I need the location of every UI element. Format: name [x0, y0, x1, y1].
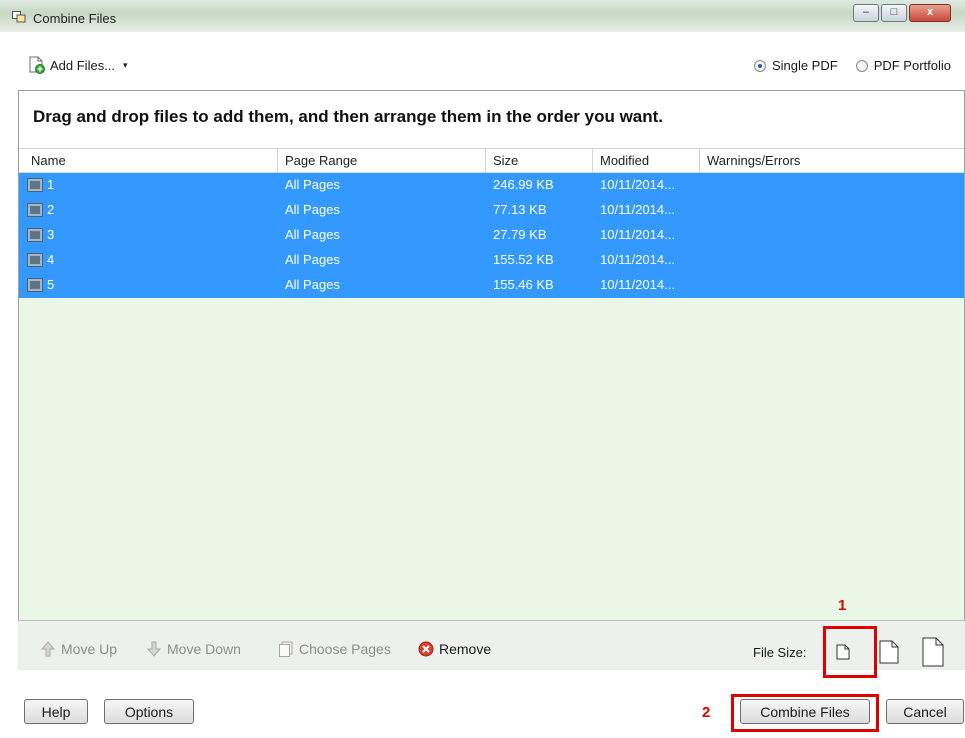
file-size-large-button[interactable] — [917, 633, 949, 671]
file-size-label: File Size: — [753, 645, 807, 660]
radio-selected-icon — [753, 59, 766, 72]
arrow-up-icon — [40, 641, 56, 657]
column-header-warnings[interactable]: Warnings/Errors — [707, 153, 800, 168]
file-size: 155.46 KB — [493, 277, 554, 292]
file-page-range: All Pages — [285, 227, 340, 242]
table-row[interactable]: 3 All Pages 27.79 KB 10/11/2014... — [19, 223, 964, 248]
single-pdf-radio[interactable]: Single PDF — [753, 58, 838, 73]
file-thumbnail-icon — [27, 278, 43, 292]
move-down-button[interactable]: Move Down — [146, 641, 241, 657]
instructions-text: Drag and drop files to add them, and the… — [19, 91, 964, 149]
file-name: 3 — [47, 227, 55, 242]
table-header: Name Page Range Size Modified Warnings/E… — [19, 149, 964, 173]
table-row[interactable]: 5 All Pages 155.46 KB 10/11/2014... — [19, 273, 964, 298]
column-header-modified[interactable]: Modified — [600, 153, 649, 168]
file-size: 27.79 KB — [493, 227, 547, 242]
window-controls: – □ x — [853, 4, 951, 22]
page-large-icon — [922, 637, 944, 667]
file-thumbnail-icon — [27, 203, 43, 217]
highlight-box-file-size — [823, 626, 877, 678]
radio-unselected-icon — [855, 59, 868, 72]
output-type-options: Single PDF PDF Portfolio — [753, 58, 951, 73]
choose-pages-button[interactable]: Choose Pages — [278, 641, 391, 657]
remove-icon — [418, 641, 434, 657]
help-button[interactable]: Help — [24, 699, 88, 724]
file-size: 246.99 KB — [493, 177, 554, 192]
pdf-portfolio-radio[interactable]: PDF Portfolio — [855, 58, 951, 73]
page-medium-icon — [879, 640, 899, 664]
table-row[interactable]: 1 All Pages 246.99 KB 10/11/2014... — [19, 173, 964, 198]
annotation-marker-2: 2 — [702, 704, 711, 721]
top-toolbar: Add Files... ▾ Single PDF PDF Portfolio — [0, 50, 965, 80]
table-row[interactable]: 2 All Pages 77.13 KB 10/11/2014... — [19, 198, 964, 223]
column-separator[interactable] — [592, 149, 593, 173]
column-separator[interactable] — [277, 149, 278, 173]
pages-icon — [279, 641, 293, 657]
combine-files-button[interactable]: Combine Files — [740, 699, 870, 724]
file-modified: 10/11/2014... — [600, 227, 675, 242]
file-page-range: All Pages — [285, 202, 340, 217]
file-size-medium-button[interactable] — [873, 633, 905, 671]
file-name: 4 — [47, 252, 55, 267]
file-rows: 1 All Pages 246.99 KB 10/11/2014... 2 Al… — [19, 173, 964, 298]
maximize-button[interactable]: □ — [881, 4, 907, 22]
window-title: Combine Files — [33, 11, 117, 26]
annotation-marker-1: 1 — [838, 597, 847, 614]
dropdown-caret-icon: ▾ — [123, 59, 128, 70]
add-files-button[interactable]: Add Files... ▾ — [28, 56, 128, 74]
arrow-down-icon — [146, 641, 162, 657]
column-separator[interactable] — [699, 149, 700, 173]
cancel-button[interactable]: Cancel — [886, 699, 964, 724]
file-page-range: All Pages — [285, 277, 340, 292]
file-thumbnail-icon — [27, 253, 43, 267]
file-modified: 10/11/2014... — [600, 277, 675, 292]
file-thumbnail-icon — [27, 178, 43, 192]
file-page-range: All Pages — [285, 252, 340, 267]
file-name: 2 — [47, 202, 55, 217]
minimize-button[interactable]: – — [853, 4, 879, 22]
combine-files-app-icon — [12, 11, 26, 23]
column-header-page-range[interactable]: Page Range — [285, 153, 357, 168]
file-size: 155.52 KB — [493, 252, 554, 267]
column-header-name[interactable]: Name — [31, 153, 66, 168]
file-modified: 10/11/2014... — [600, 252, 675, 267]
column-separator[interactable] — [485, 149, 486, 173]
options-button[interactable]: Options — [104, 699, 194, 724]
file-thumbnail-icon — [27, 228, 43, 242]
remove-button[interactable]: Remove — [418, 641, 491, 657]
file-page-range: All Pages — [285, 177, 340, 192]
file-modified: 10/11/2014... — [600, 202, 675, 217]
add-files-label: Add Files... — [50, 57, 116, 73]
column-header-size[interactable]: Size — [493, 153, 518, 168]
table-row[interactable]: 4 All Pages 155.52 KB 10/11/2014... — [19, 248, 964, 273]
add-file-icon — [29, 56, 45, 74]
file-name: 5 — [47, 277, 55, 292]
title-bar: Combine Files – □ x — [0, 0, 965, 32]
file-list-panel[interactable]: Drag and drop files to add them, and the… — [18, 90, 965, 670]
move-up-button[interactable]: Move Up — [40, 641, 117, 657]
file-name: 1 — [47, 177, 55, 192]
file-modified: 10/11/2014... — [600, 177, 675, 192]
close-button[interactable]: x — [909, 4, 951, 22]
file-size: 77.13 KB — [493, 202, 547, 217]
